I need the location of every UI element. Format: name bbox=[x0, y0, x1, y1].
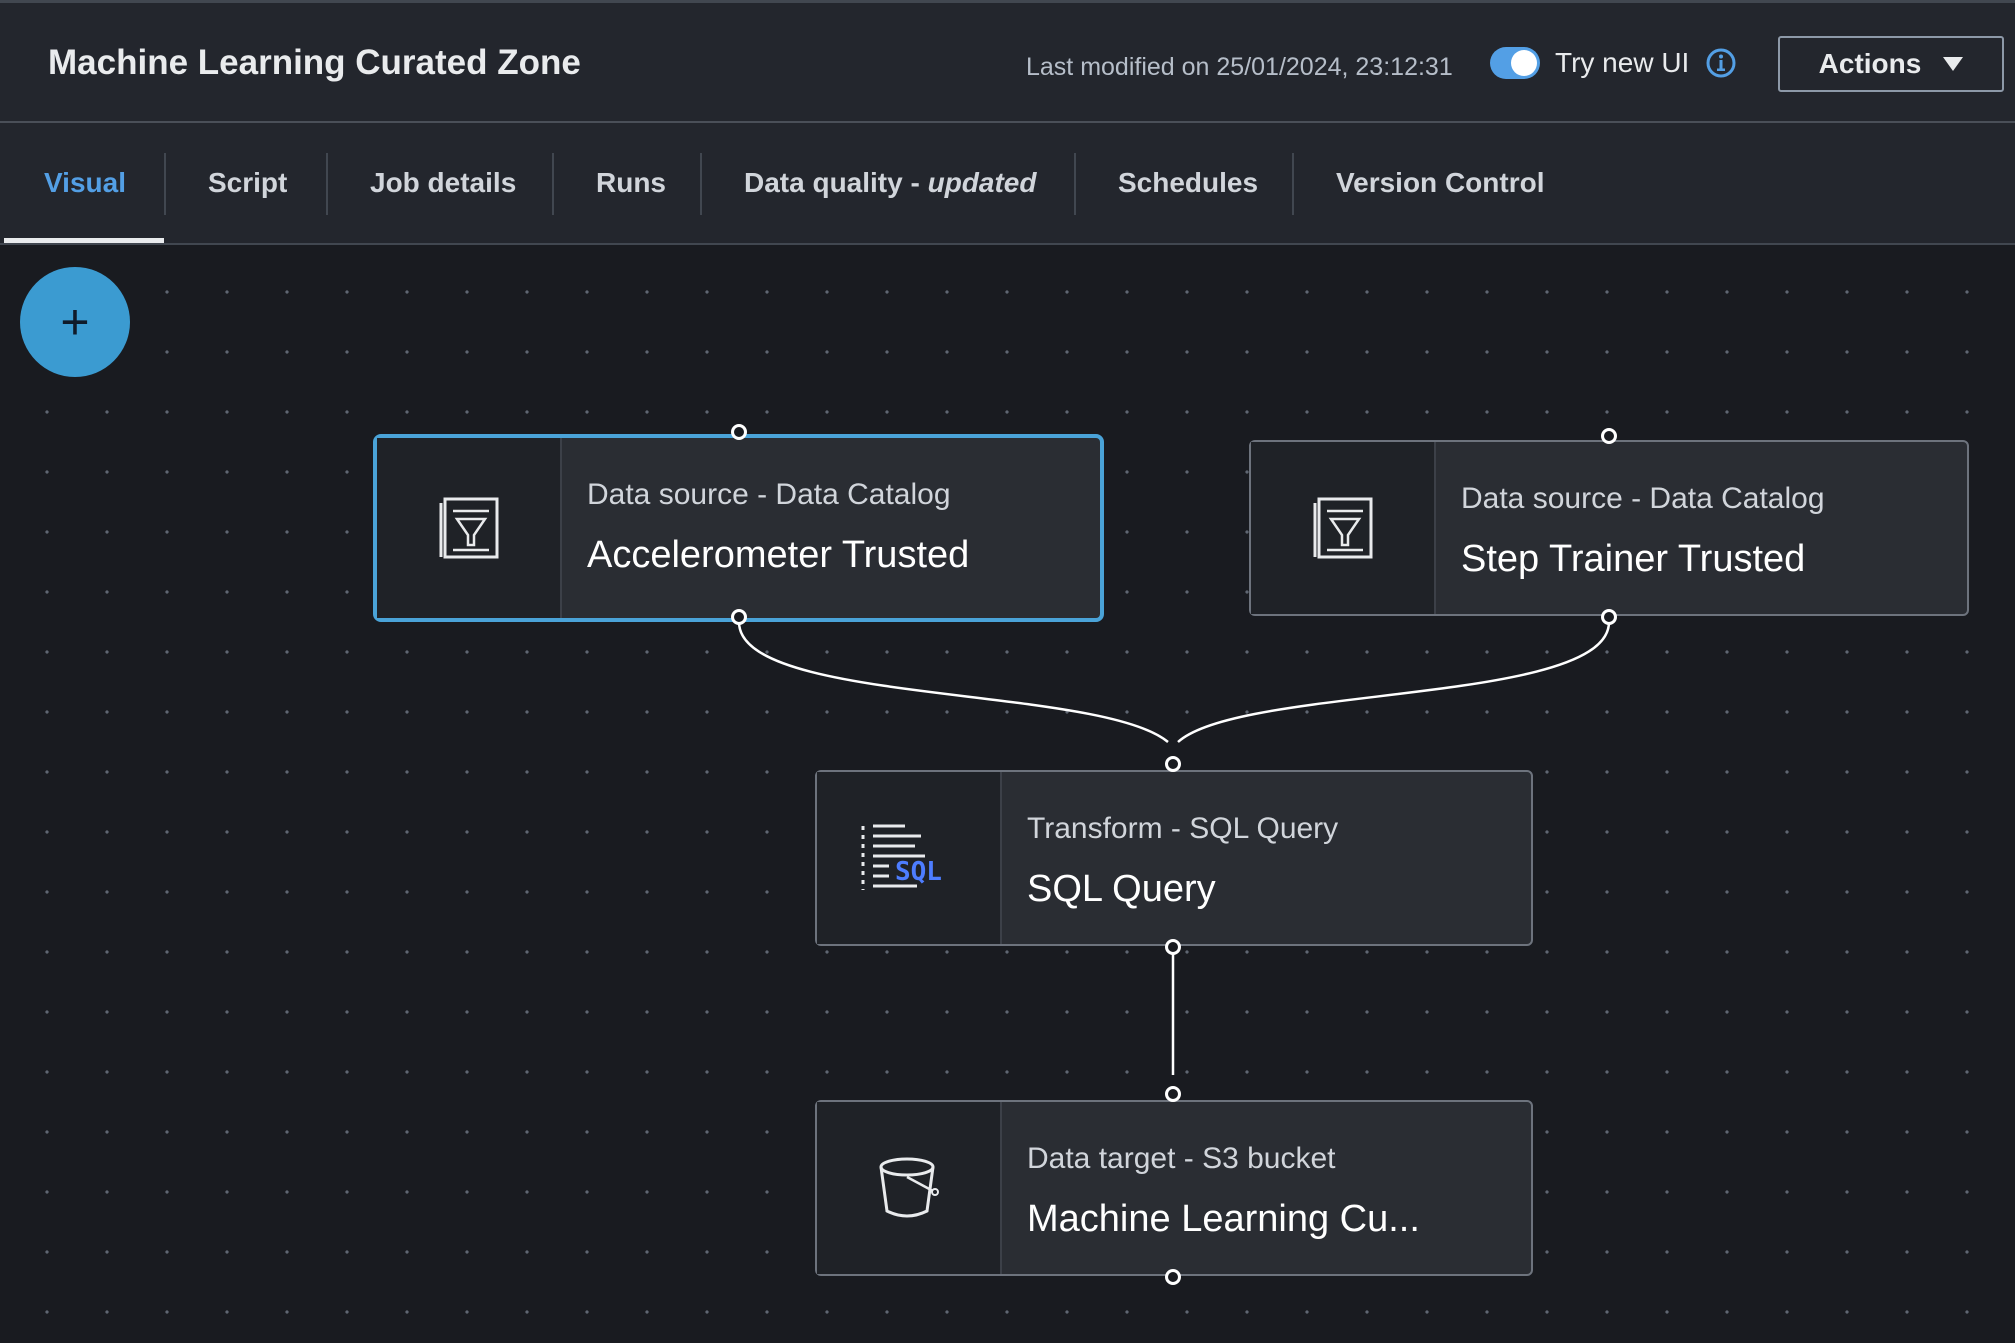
tab-label-updated: updated bbox=[927, 167, 1037, 198]
tab-job-details[interactable]: Job details bbox=[370, 123, 516, 243]
input-port[interactable] bbox=[1601, 428, 1617, 444]
last-modified-text: Last modified on 25/01/2024, 23:12:31 bbox=[1026, 53, 1453, 81]
info-icon[interactable] bbox=[1705, 47, 1737, 79]
tab-bar: Visual Script Job details Runs Data qual… bbox=[0, 123, 2015, 245]
tab-label: Job details bbox=[370, 167, 517, 198]
caret-down-icon bbox=[1943, 57, 1964, 71]
tab-separator bbox=[1292, 153, 1294, 215]
node-name: SQL Query bbox=[1027, 868, 1216, 910]
s3-bucket-icon bbox=[879, 1157, 939, 1218]
tab-label: Runs bbox=[596, 167, 666, 198]
try-new-ui-toggle[interactable] bbox=[1490, 47, 1540, 79]
output-port[interactable] bbox=[731, 609, 747, 625]
data-catalog-icon bbox=[1313, 497, 1372, 559]
tab-separator bbox=[164, 153, 166, 215]
node-name: Step Trainer Trusted bbox=[1461, 538, 1806, 580]
tab-separator bbox=[1074, 153, 1076, 215]
node-kind: Transform - SQL Query bbox=[1027, 812, 1339, 845]
edge-accelerometer-to-sql bbox=[737, 621, 1169, 743]
tab-version-control[interactable]: Version Control bbox=[1336, 123, 1544, 243]
job-header: Machine Learning Curated Zone Last modif… bbox=[0, 0, 2015, 123]
node-icon-box bbox=[1251, 442, 1436, 614]
tab-runs[interactable]: Runs bbox=[596, 123, 666, 243]
tab-schedules[interactable]: Schedules bbox=[1118, 123, 1258, 243]
output-port[interactable] bbox=[1165, 1269, 1181, 1285]
node-icon-box bbox=[817, 1102, 1002, 1274]
tab-data-quality[interactable]: Data quality - updated bbox=[744, 123, 1036, 243]
plus-icon: + bbox=[60, 294, 90, 350]
tab-separator bbox=[552, 153, 554, 215]
tab-label: Script bbox=[208, 167, 288, 198]
actions-label: Actions bbox=[1818, 48, 1922, 79]
try-new-ui-label: Try new UI bbox=[1555, 47, 1690, 78]
tab-label: Version Control bbox=[1336, 167, 1545, 198]
add-node-button[interactable]: + bbox=[20, 267, 130, 377]
node-icon-box bbox=[377, 438, 562, 618]
sql-icon: SQL bbox=[861, 824, 942, 890]
node-name: Machine Learning Cu... bbox=[1027, 1198, 1420, 1240]
output-port[interactable] bbox=[1165, 939, 1181, 955]
node-icon-box: SQL bbox=[817, 772, 1002, 944]
input-port[interactable] bbox=[731, 424, 747, 440]
job-title: Machine Learning Curated Zone bbox=[48, 43, 581, 82]
node-accelerometer-trusted[interactable]: Data source - Data Catalog Accelerometer… bbox=[373, 434, 1104, 622]
tab-label: Schedules bbox=[1118, 167, 1259, 198]
input-port[interactable] bbox=[1165, 756, 1181, 772]
tab-visual[interactable]: Visual bbox=[44, 123, 126, 243]
data-catalog-icon bbox=[439, 497, 498, 559]
toggle-knob bbox=[1511, 50, 1537, 76]
tab-separator bbox=[326, 153, 328, 215]
node-kind: Data target - S3 bucket bbox=[1027, 1142, 1336, 1175]
input-port[interactable] bbox=[1165, 1086, 1181, 1102]
node-name: Accelerometer Trusted bbox=[587, 534, 970, 576]
active-tab-indicator bbox=[4, 238, 164, 243]
node-kind: Data source - Data Catalog bbox=[587, 478, 951, 511]
tab-script[interactable]: Script bbox=[208, 123, 287, 243]
output-port[interactable] bbox=[1601, 609, 1617, 625]
tab-label: Visual bbox=[44, 167, 126, 198]
tab-separator bbox=[700, 153, 702, 215]
edge-step-trainer-to-sql bbox=[1177, 621, 1611, 743]
node-s3-target[interactable]: Data target - S3 bucket Machine Learning… bbox=[815, 1100, 1533, 1276]
node-kind: Data source - Data Catalog bbox=[1461, 482, 1825, 515]
visual-canvas[interactable]: + Data source - Data Catalog Acceleromet… bbox=[0, 245, 2015, 1343]
actions-button[interactable]: Actions bbox=[1778, 36, 2004, 92]
node-step-trainer-trusted[interactable]: Data source - Data Catalog Step Trainer … bbox=[1249, 440, 1969, 616]
svg-text:SQL: SQL bbox=[895, 857, 942, 887]
node-sql-query[interactable]: SQL Transform - SQL Query SQL Query bbox=[815, 770, 1533, 946]
tab-label: Data quality - bbox=[744, 167, 928, 198]
